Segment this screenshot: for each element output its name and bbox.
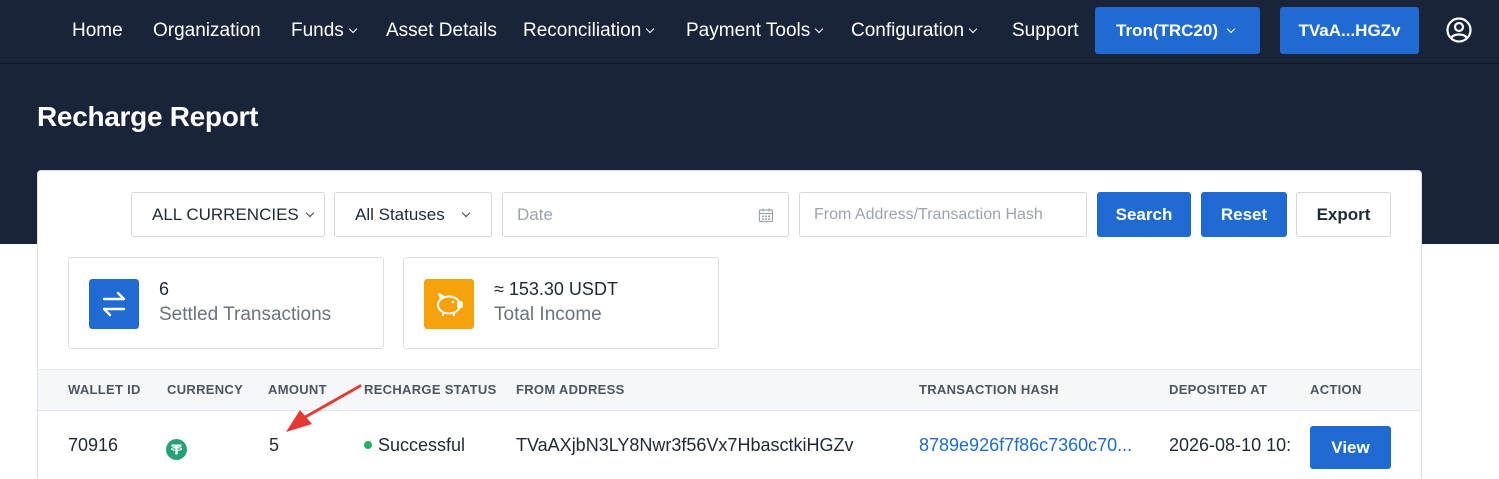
nav-payment-tools-label: Payment Tools (686, 20, 811, 41)
currency-select[interactable]: ALL CURRENCIES (131, 192, 325, 237)
column-header-transaction-hash[interactable]: TRANSACTION HASH (919, 370, 1059, 410)
address-hash-search-input[interactable] (799, 192, 1087, 237)
top-navigation: Home Organization Funds Asset Details Re… (0, 0, 1499, 64)
chevron-down-icon (305, 208, 314, 218)
network-select-label: Tron(TRC20) (1116, 21, 1218, 40)
wallet-id-cell: 70916 (68, 435, 119, 455)
reset-button[interactable]: Reset (1201, 192, 1287, 237)
total-income-stat: ≈ 153.30 USDT Total Income (403, 257, 719, 349)
settled-transactions-stat: 6 Settled Transactions (68, 257, 384, 349)
transaction-hash-link[interactable]: 8789e926f7f86c7360c70... (919, 435, 1141, 456)
nav-payment-tools[interactable]: Payment Tools (686, 18, 824, 44)
amount-cell: 5 (269, 435, 280, 455)
nav-support-label: Support (1012, 20, 1079, 41)
nav-asset-details[interactable]: Asset Details (386, 18, 497, 44)
nav-asset-details-label: Asset Details (386, 20, 497, 41)
status-select-value: All Statuses (355, 205, 445, 224)
status-select[interactable]: All Statuses (334, 192, 492, 237)
table-header: WALLET ID CURRENCY AMOUNT RECHARGE STATU… (38, 369, 1421, 411)
nav-configuration[interactable]: Configuration (851, 18, 978, 44)
column-header-action: ACTION (1310, 382, 1362, 397)
transfer-arrows-icon (89, 279, 139, 329)
chevron-down-icon (815, 24, 824, 34)
chevron-down-icon (1226, 24, 1236, 34)
date-input[interactable] (502, 192, 789, 237)
total-income-label: Total Income (494, 304, 602, 325)
nav-support[interactable]: Support (1012, 18, 1079, 44)
nav-organization[interactable]: Organization (153, 18, 261, 44)
nav-funds[interactable]: Funds (291, 18, 358, 44)
from-address-cell: TVaAXjbN3LY8Nwr3f56Vx7HbasctkiHGZv (516, 435, 854, 455)
chevron-down-icon (646, 24, 655, 34)
column-header-wallet-id[interactable]: WALLET ID (68, 370, 141, 410)
export-button[interactable]: Export (1296, 192, 1391, 237)
nav-reconciliation-label: Reconciliation (523, 20, 642, 41)
total-income-value: ≈ 153.30 USDT (494, 279, 618, 299)
recharge-status-label: Successful (378, 435, 466, 455)
network-select-button[interactable]: Tron(TRC20) (1095, 7, 1260, 54)
settled-transactions-label: Settled Transactions (159, 304, 332, 325)
nav-organization-label: Organization (153, 20, 261, 41)
page-title: Recharge Report (37, 101, 259, 132)
nav-home[interactable]: Home (72, 18, 123, 44)
column-header-currency[interactable]: CURRENCY (167, 370, 243, 410)
report-card: ALL CURRENCIES All Statuses Search Reset… (37, 170, 1422, 479)
settled-transactions-value: 6 (159, 279, 170, 299)
recharge-status-cell: Successful (364, 435, 465, 456)
calendar-icon (758, 208, 774, 223)
tether-icon (166, 439, 187, 460)
table-row: 70916 5 Successful TVaAXjbN3LY8Nwr3f56Vx… (38, 411, 1421, 479)
chevron-down-icon (348, 24, 358, 34)
search-button[interactable]: Search (1097, 192, 1191, 237)
user-circle-icon[interactable] (1446, 17, 1472, 43)
view-button[interactable]: View (1310, 426, 1391, 469)
column-header-recharge-status[interactable]: RECHARGE STATUS (364, 370, 497, 410)
chevron-down-icon (968, 24, 978, 34)
wallet-address-button[interactable]: TVaA...HGZv (1280, 7, 1419, 54)
nav-home-label: Home (72, 20, 123, 41)
wallet-address-label: TVaA...HGZv (1298, 21, 1401, 40)
nav-funds-label: Funds (291, 20, 344, 41)
piggy-bank-icon (424, 279, 474, 329)
annotation-arrow-icon (286, 384, 362, 432)
deposited-at-cell: 2026-08-10 10: (1169, 435, 1292, 455)
column-header-deposited-at[interactable]: DEPOSITED AT (1169, 370, 1267, 410)
chevron-down-icon (461, 208, 471, 218)
column-header-from-address[interactable]: FROM ADDRESS (516, 370, 625, 410)
nav-reconciliation[interactable]: Reconciliation (523, 18, 655, 44)
currency-select-value: ALL CURRENCIES (152, 205, 299, 224)
success-status-dot (364, 441, 372, 449)
nav-configuration-label: Configuration (851, 20, 965, 41)
